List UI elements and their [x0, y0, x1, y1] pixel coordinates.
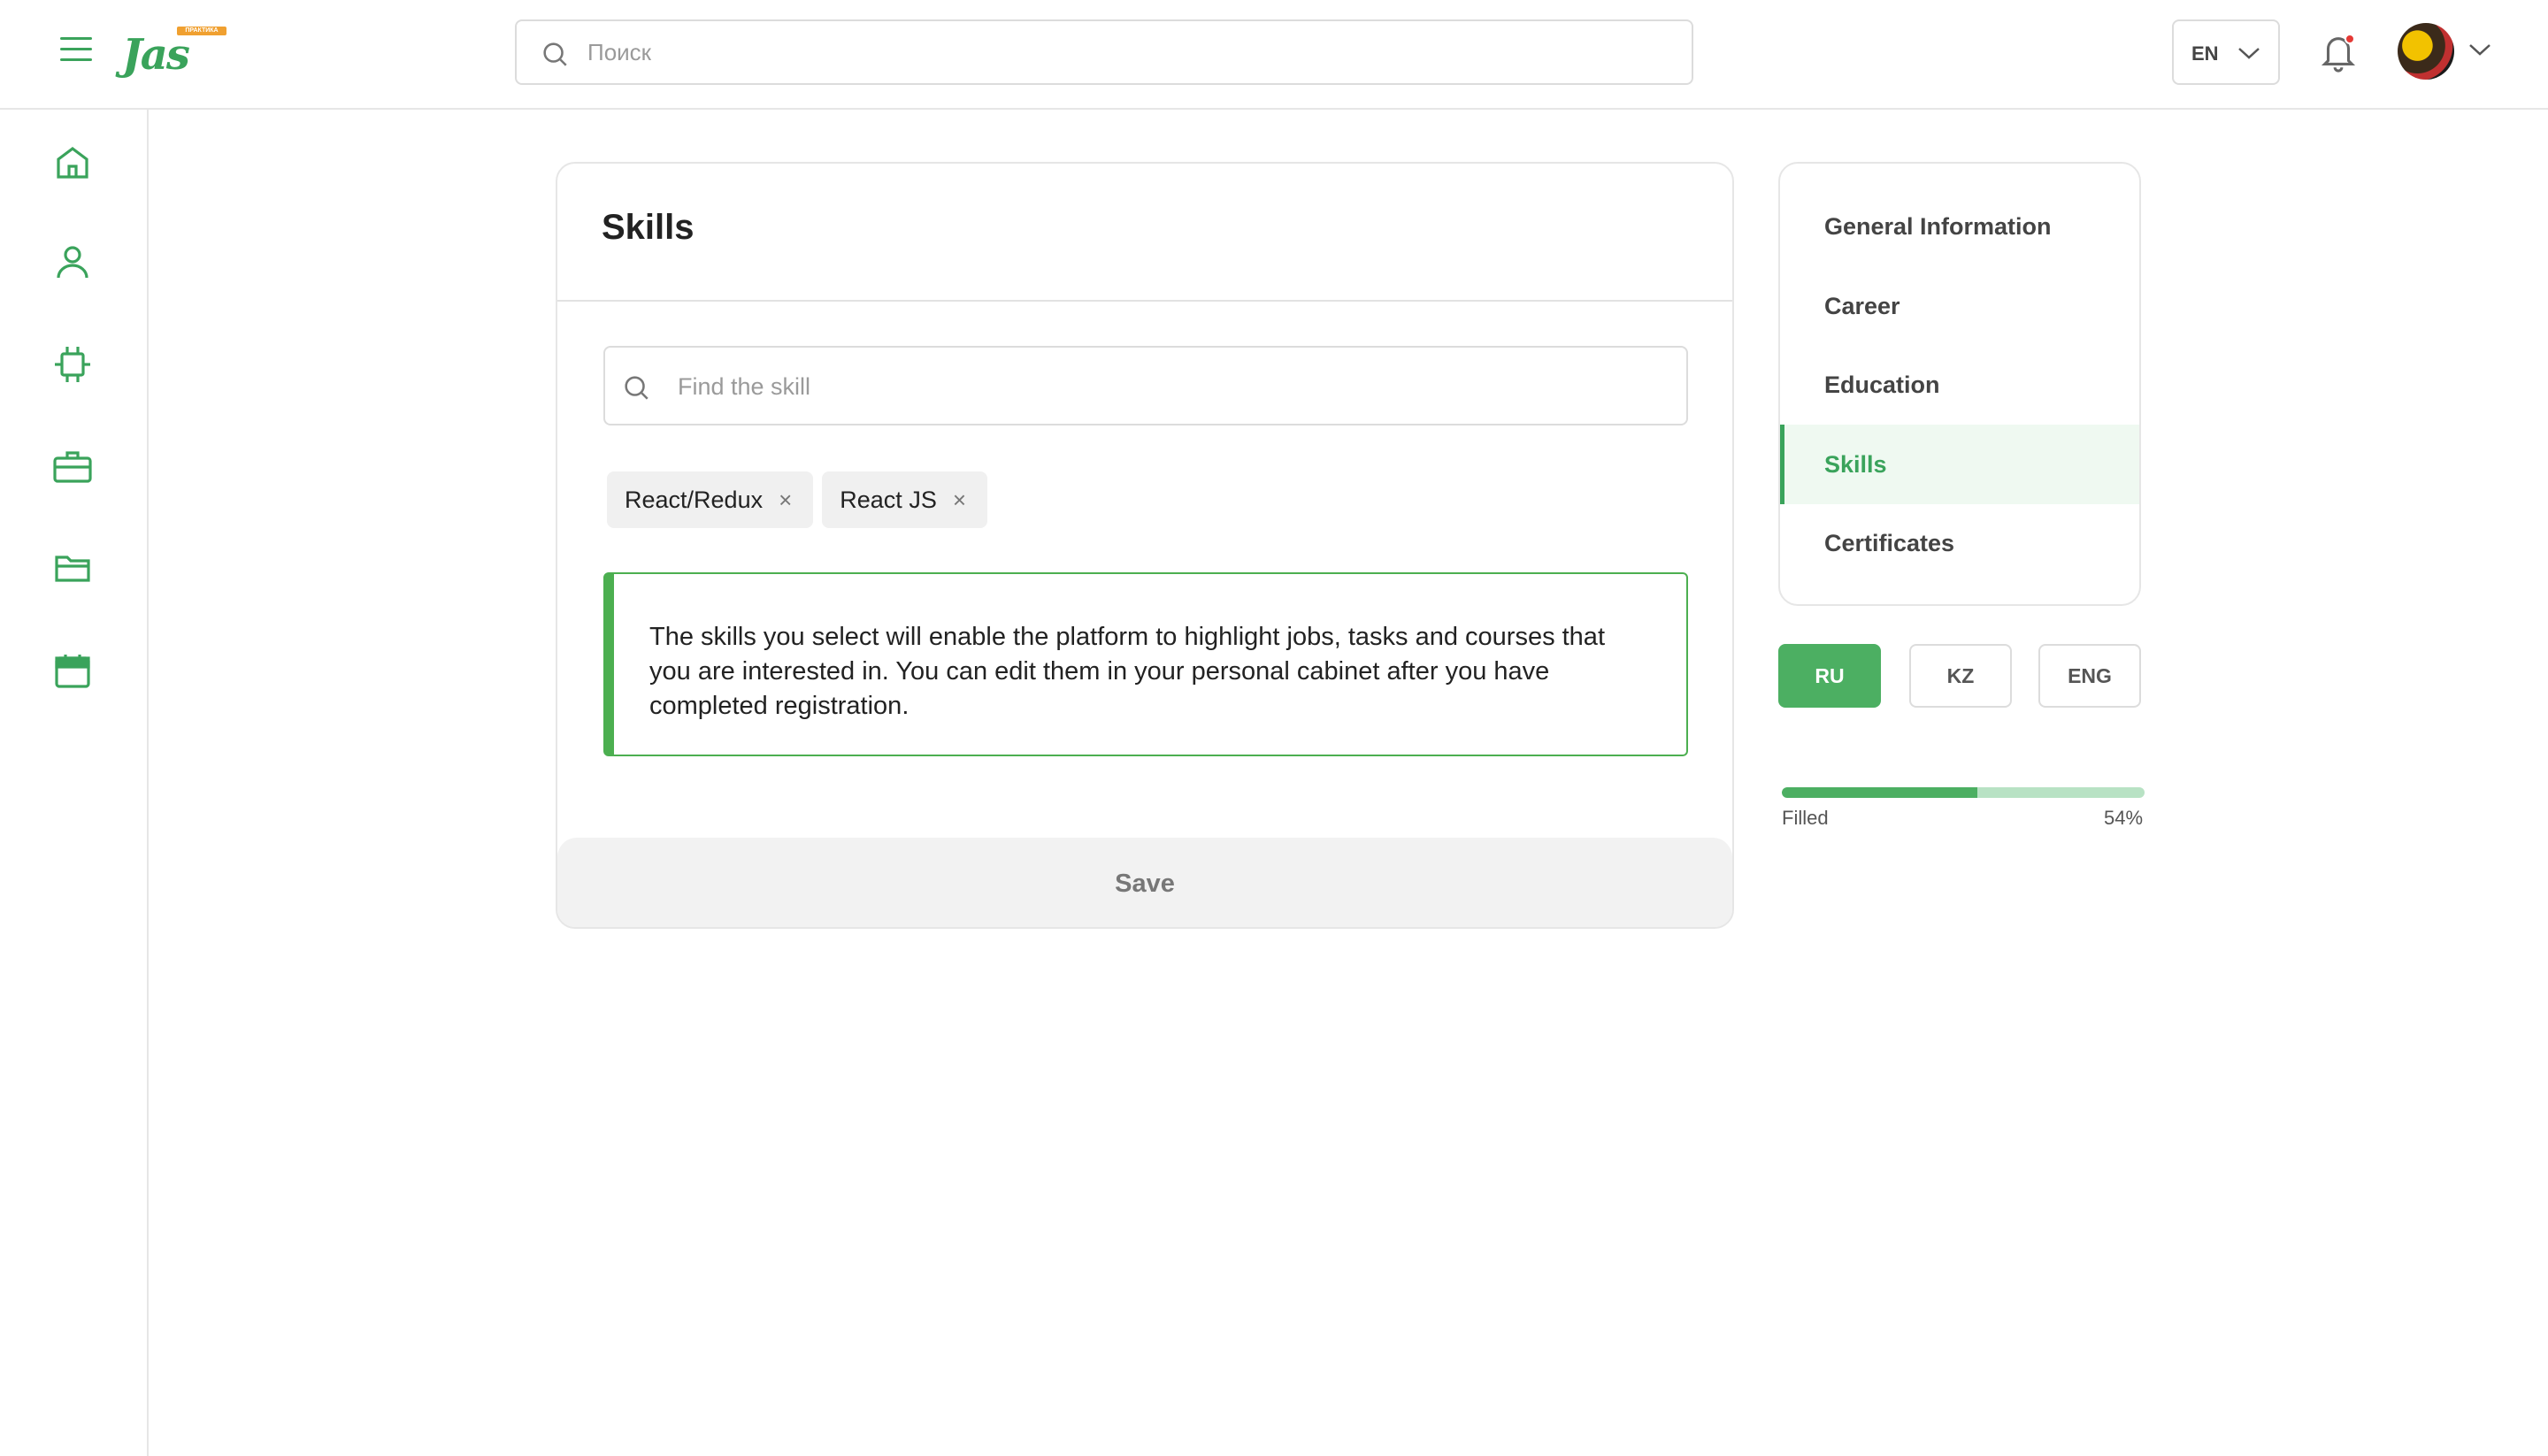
home-icon[interactable] [51, 142, 94, 184]
skill-search[interactable] [603, 346, 1688, 425]
avatar[interactable] [2398, 23, 2454, 80]
language-select[interactable]: EN [2172, 19, 2280, 85]
skill-tag: React JS × [822, 471, 988, 528]
notification-dot [2345, 34, 2355, 44]
close-icon[interactable]: × [953, 488, 966, 511]
user-icon[interactable] [51, 241, 94, 283]
lang-button-ru[interactable]: RU [1778, 644, 1881, 708]
chevron-down-icon [2238, 48, 2260, 59]
skill-tag: React/Redux × [607, 471, 814, 528]
page-title: Skills [602, 208, 695, 247]
folder-icon[interactable] [51, 547, 94, 589]
chip-icon[interactable] [51, 343, 94, 386]
lang-button-eng[interactable]: ENG [2038, 644, 2141, 708]
global-search-input[interactable] [587, 30, 1667, 74]
nav-item-certificates[interactable]: Certificates [1780, 503, 2139, 583]
nav-item-general-information[interactable]: General Information [1780, 187, 2139, 266]
skills-card: Skills React/Redux × React JS × The skil… [556, 162, 1734, 929]
skill-tag-label: React JS [840, 486, 937, 513]
logo[interactable]: Jas ПРАКТИКА [122, 25, 228, 80]
progress-label: Filled [1782, 807, 1829, 829]
nav-item-education[interactable]: Education [1780, 345, 2139, 425]
search-icon [543, 42, 567, 66]
logo-tag: ПРАКТИКА [177, 27, 226, 35]
progress-bar [1782, 787, 2145, 798]
top-header: Jas ПРАКТИКА EN [0, 0, 2548, 110]
save-button[interactable]: Save [557, 838, 1732, 927]
progress-value: 54% [2104, 807, 2144, 829]
logo-text: Jas [122, 30, 190, 80]
search-icon [625, 376, 649, 400]
sidebar-rail [0, 110, 149, 1456]
info-note: The skills you select will enable the pl… [603, 572, 1688, 756]
selected-skills: React/Redux × React JS × [607, 471, 988, 528]
close-icon[interactable]: × [779, 488, 792, 511]
divider [557, 300, 1732, 302]
chevron-down-icon[interactable] [2467, 41, 2493, 58]
lang-button-kz[interactable]: KZ [1909, 644, 2012, 708]
nav-item-career[interactable]: Career [1780, 266, 2139, 346]
progress-fill [1782, 787, 1978, 798]
profile-section-nav: General Information Career Education Ski… [1778, 162, 2141, 606]
skill-tag-label: React/Redux [625, 486, 764, 513]
global-search[interactable] [515, 19, 1693, 85]
language-select-value: EN [2191, 42, 2219, 65]
nav-item-skills[interactable]: Skills [1780, 425, 2139, 504]
menu-icon[interactable] [60, 37, 92, 64]
skill-search-input[interactable] [678, 364, 1669, 410]
briefcase-icon[interactable] [51, 446, 94, 488]
calendar-icon[interactable] [51, 649, 94, 692]
